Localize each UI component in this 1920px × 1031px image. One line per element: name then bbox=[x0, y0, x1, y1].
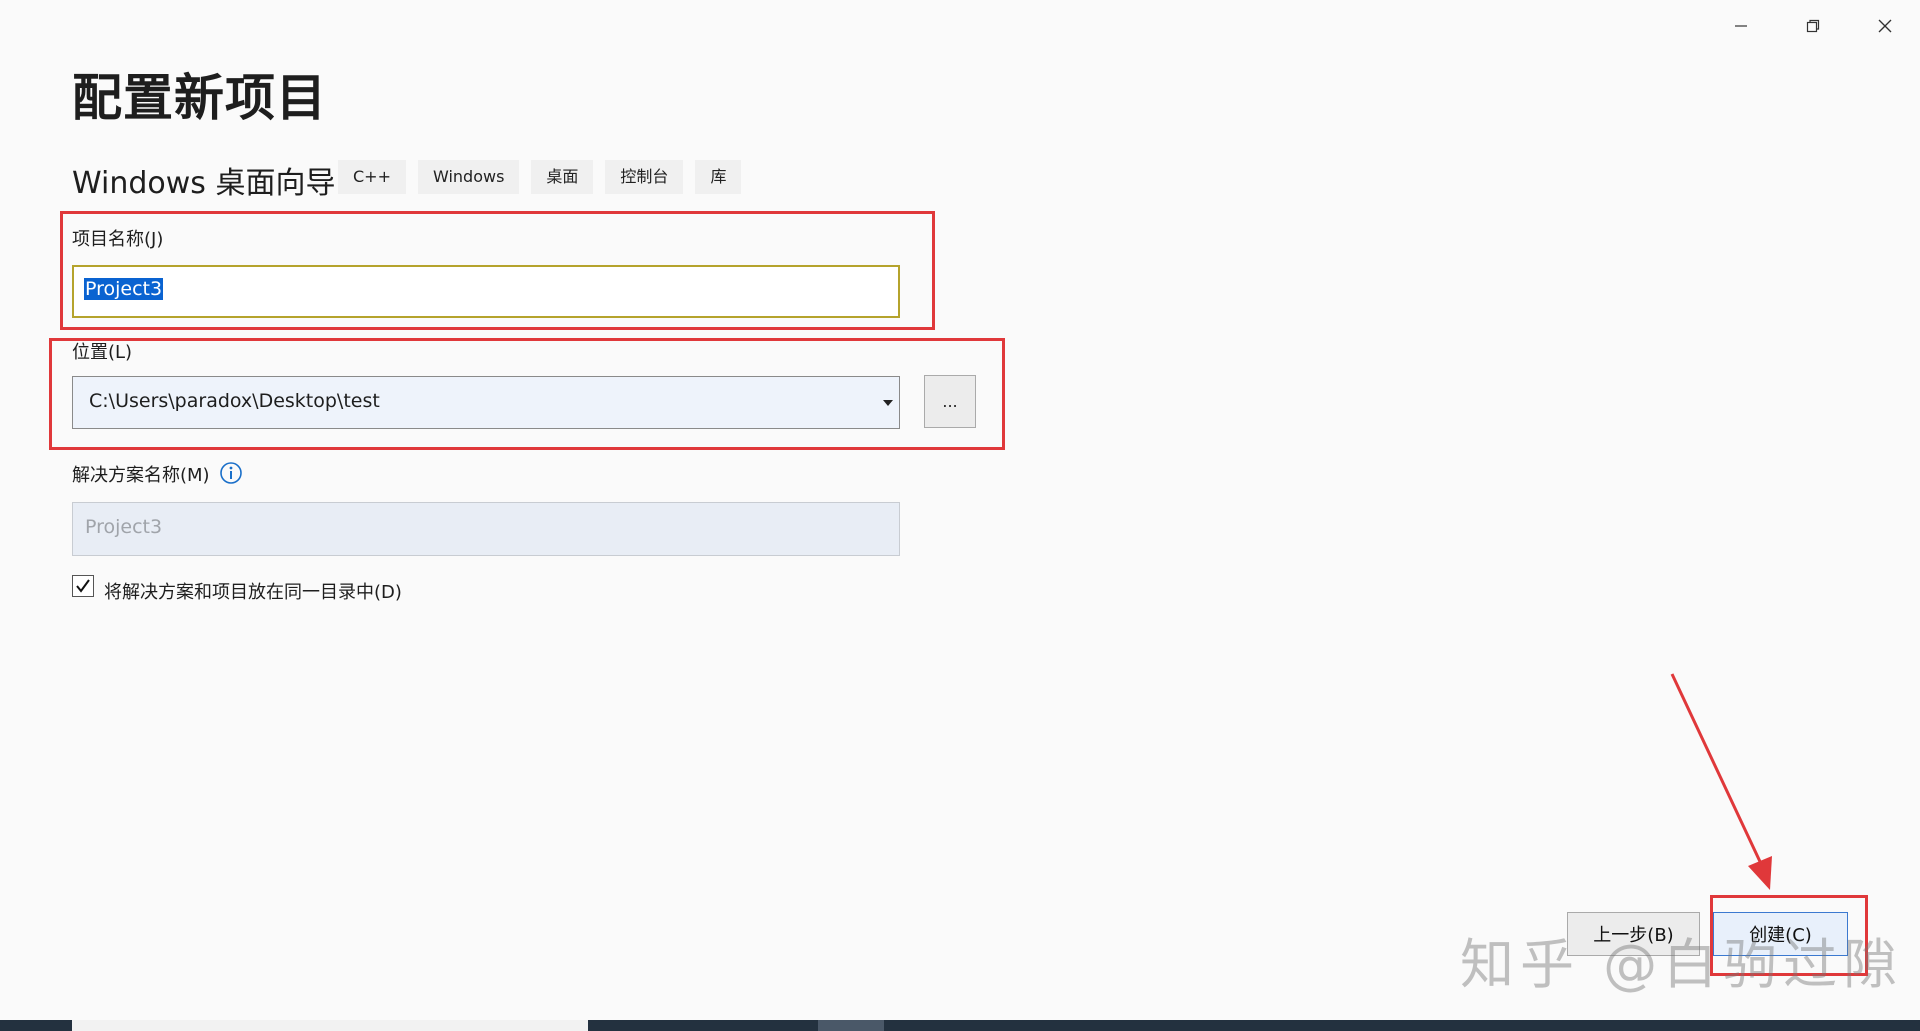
tag-cpp: C++ bbox=[338, 160, 406, 194]
taskbar-active-app[interactable] bbox=[818, 1020, 884, 1031]
tag-library: 库 bbox=[695, 160, 742, 194]
solution-name-input[interactable]: Project3 bbox=[72, 502, 900, 556]
minimize-icon bbox=[1735, 25, 1747, 27]
page-title: 配置新项目 bbox=[72, 69, 327, 127]
project-name-input[interactable]: Project3 bbox=[72, 265, 900, 318]
close-button[interactable] bbox=[1855, 8, 1915, 44]
info-icon[interactable] bbox=[219, 461, 243, 489]
restore-button[interactable] bbox=[1783, 8, 1843, 44]
tag-console: 控制台 bbox=[605, 160, 684, 194]
close-icon bbox=[1878, 19, 1892, 33]
taskbar-search-box[interactable] bbox=[72, 1020, 588, 1031]
tag-windows: Windows bbox=[417, 160, 520, 194]
same-directory-label: 将解决方案和项目放在同一目录中(D) bbox=[104, 582, 402, 603]
project-name-value: Project3 bbox=[84, 278, 164, 300]
annotation-arrow-icon bbox=[1670, 673, 1772, 890]
template-tags: C++ Windows 桌面 控制台 库 bbox=[338, 160, 742, 194]
chevron-down-icon[interactable] bbox=[877, 377, 899, 428]
checkmark-icon bbox=[76, 579, 90, 593]
location-combobox[interactable]: C:\Users\paradox\Desktop\test bbox=[72, 376, 900, 429]
location-value: C:\Users\paradox\Desktop\test bbox=[89, 390, 380, 412]
minimize-button[interactable] bbox=[1711, 8, 1771, 44]
project-name-label: 项目名称(J) bbox=[72, 229, 164, 250]
solution-name-label: 解决方案名称(M) bbox=[72, 465, 210, 486]
location-label: 位置(L) bbox=[72, 342, 133, 363]
browse-button[interactable]: ... bbox=[924, 375, 976, 428]
taskbar bbox=[0, 1020, 1920, 1031]
same-directory-checkbox[interactable] bbox=[72, 575, 94, 597]
restore-icon bbox=[1806, 19, 1820, 33]
template-name: Windows 桌面向导 bbox=[72, 166, 336, 201]
tag-desktop: 桌面 bbox=[531, 160, 594, 194]
watermark: 知乎 @白驹过隙 bbox=[1460, 933, 1904, 996]
